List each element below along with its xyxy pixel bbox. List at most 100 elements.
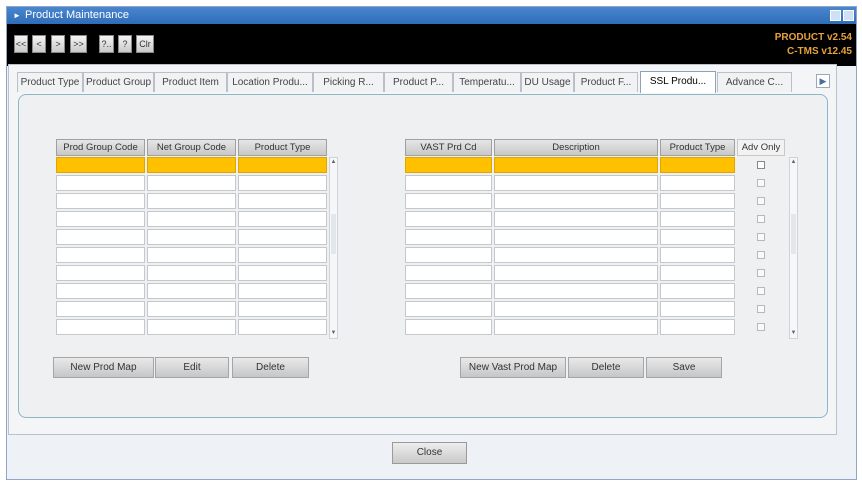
table-cell[interactable] (56, 193, 145, 209)
table-cell[interactable] (238, 229, 327, 245)
table-cell[interactable] (494, 283, 658, 299)
table-cell[interactable] (147, 265, 236, 281)
first-record-button[interactable]: << (14, 35, 28, 53)
table-cell[interactable] (238, 211, 327, 227)
table-cell[interactable] (405, 265, 492, 281)
table-cell[interactable] (494, 229, 658, 245)
scroll-up-icon[interactable]: ▲ (790, 158, 797, 167)
table-cell[interactable] (405, 283, 492, 299)
adv-only-checkbox[interactable] (757, 305, 765, 313)
table-cell[interactable] (660, 193, 735, 209)
adv-only-checkbox[interactable] (757, 251, 765, 259)
previous-record-button[interactable]: < (32, 35, 46, 53)
table-cell[interactable] (405, 175, 492, 191)
table-cell[interactable] (660, 175, 735, 191)
table-cell[interactable] (56, 301, 145, 317)
table-cell[interactable] (660, 211, 735, 227)
table-cell[interactable] (494, 211, 658, 227)
table-cell[interactable] (660, 283, 735, 299)
table-cell[interactable] (56, 229, 145, 245)
table-cell[interactable] (147, 193, 236, 209)
table-cell[interactable] (238, 283, 327, 299)
adv-only-checkbox[interactable] (757, 197, 765, 205)
table-cell[interactable] (238, 157, 327, 173)
table-cell[interactable] (238, 247, 327, 263)
table-cell[interactable] (147, 319, 236, 335)
tab-product-p[interactable]: Product P... (384, 72, 453, 92)
table-cell[interactable] (660, 319, 735, 335)
scroll-down-icon[interactable]: ▼ (330, 329, 337, 338)
new-prod-map-button[interactable]: New Prod Map (53, 357, 154, 378)
delete-prod-map-button[interactable]: Delete (232, 357, 309, 378)
table-cell[interactable] (494, 175, 658, 191)
adv-only-checkbox[interactable] (757, 179, 765, 187)
table-cell[interactable] (405, 229, 492, 245)
close-icon[interactable] (843, 10, 854, 21)
table-cell[interactable] (147, 301, 236, 317)
delete-vast-prod-map-button[interactable]: Delete (568, 357, 644, 378)
table-cell[interactable] (56, 247, 145, 263)
tab-product-item[interactable]: Product Item (154, 72, 227, 92)
table-cell[interactable] (660, 157, 735, 173)
tab-advance-c[interactable]: Advance C... (717, 72, 792, 92)
adv-only-checkbox[interactable] (757, 161, 765, 169)
table-cell[interactable] (147, 157, 236, 173)
tab-product-group[interactable]: Product Group (83, 72, 154, 92)
table-cell[interactable] (660, 265, 735, 281)
table-cell[interactable] (405, 157, 492, 173)
table-cell[interactable] (405, 301, 492, 317)
table-cell[interactable] (238, 319, 327, 335)
minimize-icon[interactable] (830, 10, 841, 21)
scroll-thumb[interactable] (331, 214, 336, 254)
adv-only-checkbox[interactable] (757, 215, 765, 223)
tab-temperature[interactable]: Temperatu... (453, 72, 521, 92)
table-cell[interactable] (494, 319, 658, 335)
table-cell[interactable] (405, 193, 492, 209)
table-cell[interactable] (660, 301, 735, 317)
table-cell[interactable] (56, 319, 145, 335)
right-grid-scrollbar[interactable]: ▲ ▼ (789, 157, 798, 339)
edit-button[interactable]: Edit (155, 357, 229, 378)
table-cell[interactable] (660, 247, 735, 263)
query-button[interactable]: ?.. (99, 35, 114, 53)
help-button[interactable]: ? (118, 35, 132, 53)
table-cell[interactable] (147, 283, 236, 299)
table-cell[interactable] (494, 301, 658, 317)
table-cell[interactable] (56, 265, 145, 281)
table-cell[interactable] (147, 229, 236, 245)
tab-location-product[interactable]: Location Produ... (227, 72, 313, 92)
scroll-down-icon[interactable]: ▼ (790, 329, 797, 338)
table-cell[interactable] (660, 229, 735, 245)
table-cell[interactable] (238, 175, 327, 191)
next-record-button[interactable]: > (51, 35, 65, 53)
table-cell[interactable] (56, 175, 145, 191)
adv-only-checkbox[interactable] (757, 233, 765, 241)
table-cell[interactable] (238, 301, 327, 317)
table-cell[interactable] (147, 247, 236, 263)
save-button[interactable]: Save (646, 357, 722, 378)
table-cell[interactable] (56, 211, 145, 227)
scroll-thumb[interactable] (791, 214, 796, 254)
table-cell[interactable] (494, 193, 658, 209)
table-cell[interactable] (494, 265, 658, 281)
table-cell[interactable] (405, 211, 492, 227)
adv-only-checkbox[interactable] (757, 269, 765, 277)
table-cell[interactable] (494, 247, 658, 263)
table-cell[interactable] (405, 247, 492, 263)
close-button[interactable]: Close (392, 442, 467, 464)
table-cell[interactable] (56, 283, 145, 299)
table-cell[interactable] (56, 157, 145, 173)
clear-button[interactable]: Clr (136, 35, 154, 53)
tab-du-usage[interactable]: DU Usage (521, 72, 574, 92)
new-vast-prod-map-button[interactable]: New Vast Prod Map (460, 357, 566, 378)
table-cell[interactable] (238, 265, 327, 281)
scroll-up-icon[interactable]: ▲ (330, 158, 337, 167)
table-cell[interactable] (147, 211, 236, 227)
tab-scroll-right-icon[interactable]: ▶ (816, 74, 830, 88)
adv-only-checkbox[interactable] (757, 287, 765, 295)
tab-ssl-product[interactable]: SSL Produ... (640, 71, 716, 93)
table-cell[interactable] (494, 157, 658, 173)
table-cell[interactable] (147, 175, 236, 191)
adv-only-checkbox[interactable] (757, 323, 765, 331)
table-cell[interactable] (405, 319, 492, 335)
